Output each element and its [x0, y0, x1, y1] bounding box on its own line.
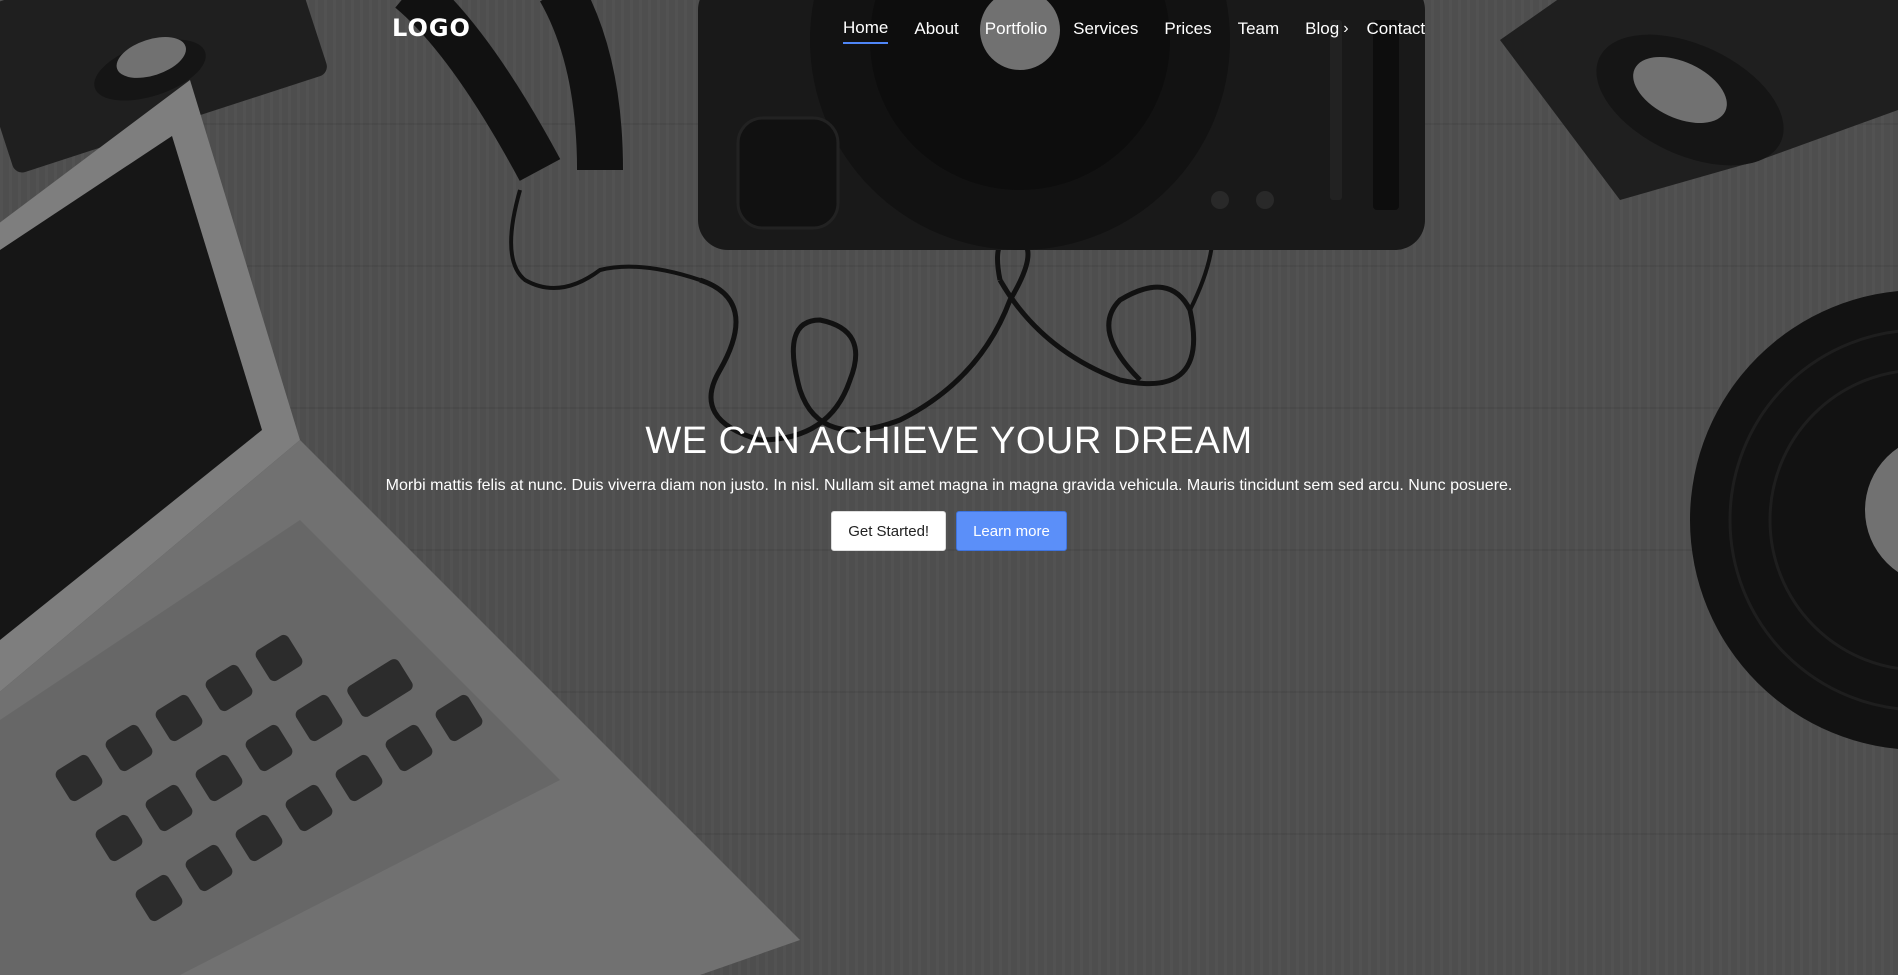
- get-started-button[interactable]: Get Started!: [831, 511, 947, 551]
- nav-menu: Home About Portfolio Services Prices Tea…: [843, 18, 1451, 44]
- nav-item-label: Contact: [1366, 19, 1426, 38]
- hero-description: Morbi mattis felis at nunc. Duis viverra…: [385, 477, 1513, 494]
- nav-item-label: About: [914, 19, 959, 38]
- nav-item-team[interactable]: Team: [1238, 18, 1280, 44]
- nav-item-label: Portfolio: [984, 19, 1048, 38]
- nav-item-label: Team: [1237, 19, 1280, 38]
- nav-item-label: Blog: [1305, 19, 1340, 38]
- hero-buttons: Get Started! Learn more: [0, 511, 1898, 551]
- nav-item-label: Home: [843, 18, 889, 37]
- hero-title: WE CAN ACHIEVE YOUR DREAM: [645, 420, 1253, 462]
- nav-item-contact[interactable]: Contact: [1367, 18, 1426, 44]
- nav-item-label: Prices: [1164, 19, 1212, 38]
- navbar: LOGO Home About Portfolio Services Price…: [392, 0, 1425, 58]
- logo[interactable]: LOGO: [392, 14, 471, 42]
- hero-content: WE CAN ACHIEVE YOUR DREAM Morbi mattis f…: [0, 420, 1898, 551]
- nav-item-blog[interactable]: Blog ›: [1305, 18, 1348, 44]
- nav-item-portfolio[interactable]: Portfolio: [985, 18, 1047, 44]
- nav-item-label: Services: [1073, 19, 1139, 38]
- nav-item-home[interactable]: Home: [843, 18, 889, 44]
- hero-section: LOGO Home About Portfolio Services Price…: [0, 0, 1898, 975]
- nav-item-about[interactable]: About: [914, 18, 958, 44]
- learn-more-button[interactable]: Learn more: [956, 511, 1067, 551]
- chevron-right-icon: ›: [1343, 20, 1349, 37]
- nav-item-prices[interactable]: Prices: [1164, 18, 1211, 44]
- nav-item-services[interactable]: Services: [1073, 18, 1138, 44]
